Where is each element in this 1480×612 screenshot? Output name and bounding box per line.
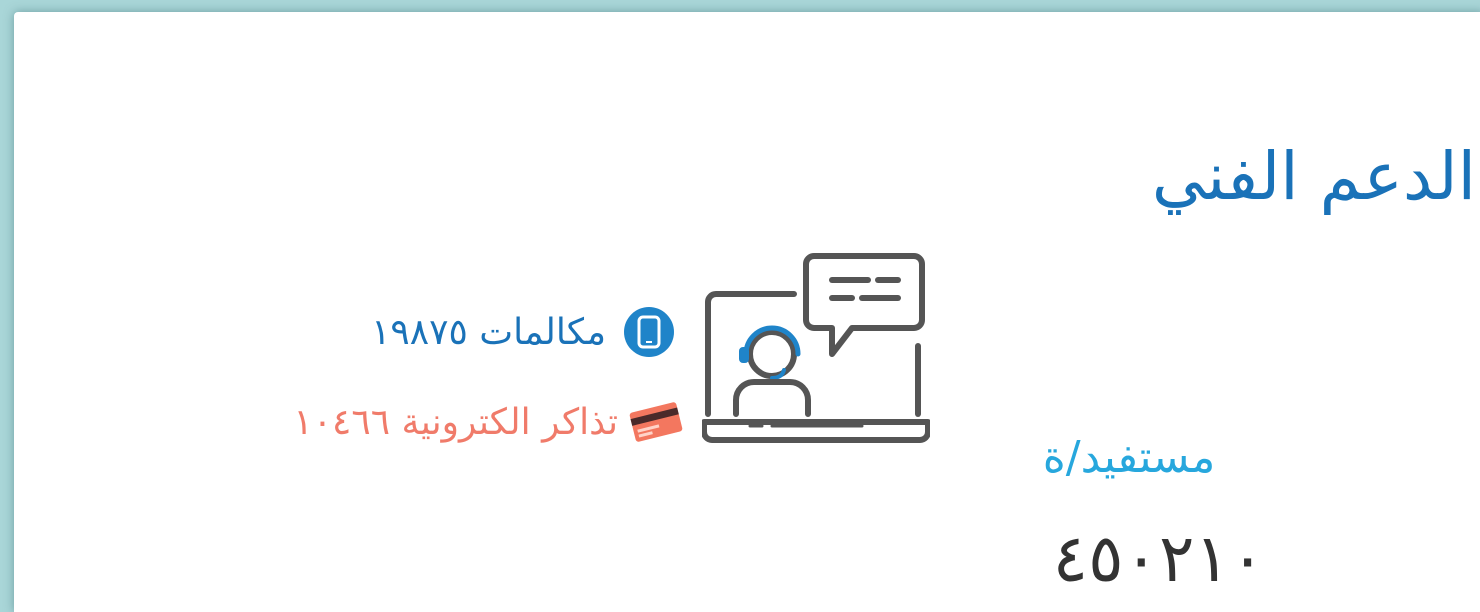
technical-support-card: الدعم الفني مكالمات ١٩٨٧٥ تذاكر الكتروني… — [14, 12, 1480, 612]
tickets-stat: تذاكر الكترونية ١٠٤٦٦ — [84, 392, 684, 452]
beneficiary-count: ٤٥٠٢١٠ — [1052, 520, 1266, 597]
beneficiary-label: مستفيد/ة — [1042, 432, 1216, 483]
calls-stat: مكالمات ١٩٨٧٥ — [214, 302, 674, 362]
tickets-label: تذاكر الكترونية ١٠٤٦٦ — [293, 401, 618, 443]
support-agent-laptop-icon — [701, 250, 931, 450]
ticket-icon — [628, 401, 684, 443]
phone-icon — [624, 307, 674, 357]
calls-label: مكالمات ١٩٨٧٥ — [371, 311, 606, 353]
page-title: الدعم الفني — [1151, 138, 1476, 216]
